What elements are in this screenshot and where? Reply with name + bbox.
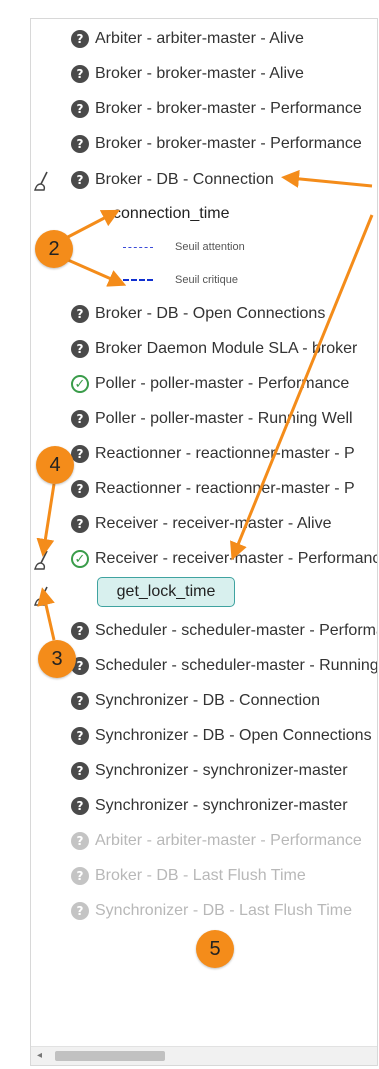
status-unknown-icon: ? <box>71 867 89 885</box>
row-label: Broker - broker-master - Performance <box>95 100 362 117</box>
row-label: Broker - broker-master - Alive <box>95 65 304 82</box>
tree-row[interactable]: ? Receiver - receiver-master - Alive <box>31 507 332 541</box>
dash-critique-line <box>123 279 153 281</box>
status-unknown-icon: ? <box>71 727 89 745</box>
metric-connection-time[interactable]: connection_time <box>113 205 230 223</box>
scroll-left-arrow-icon[interactable]: ◂ <box>37 1050 42 1061</box>
status-ok-icon: ✓ <box>71 375 89 393</box>
tree-row[interactable]: ? Broker - broker-master - Performance <box>31 127 362 161</box>
status-unknown-icon: ? <box>71 171 89 189</box>
tree-row[interactable]: ? Broker - broker-master - Alive <box>31 57 304 91</box>
tree-row[interactable]: ? Scheduler - scheduler-master - Running <box>31 649 378 683</box>
row-label: Synchronizer - DB - Open Connections <box>95 727 372 744</box>
status-unknown-icon: ? <box>71 762 89 780</box>
row-label: Broker Daemon Module SLA - broker <box>95 340 358 357</box>
tree-row[interactable]: ✓ Poller - poller-master - Performance <box>31 367 349 401</box>
row-label: Broker - DB - Connection <box>95 171 274 188</box>
status-unknown-icon: ? <box>71 305 89 323</box>
tree-row[interactable]: ? Arbiter - arbiter-master - Alive <box>31 22 304 56</box>
tree-row[interactable]: ? Broker - broker-master - Performance <box>31 92 362 126</box>
legend-attention-label: Seuil attention <box>175 241 245 253</box>
annotation-badge-3: 3 <box>38 640 76 678</box>
annotation-badge-4: 4 <box>36 446 74 484</box>
tree-row-disabled[interactable]: ? Synchronizer - DB - Last Flush Time <box>31 894 352 928</box>
status-unknown-icon: ? <box>71 902 89 920</box>
status-unknown-icon: ? <box>71 832 89 850</box>
row-label: Broker - DB - Last Flush Time <box>95 867 306 884</box>
scrollbar-thumb[interactable] <box>55 1051 165 1061</box>
tree-row[interactable]: ? Synchronizer - synchronizer-master <box>31 754 348 788</box>
annotation-badge-2: 2 <box>35 230 73 268</box>
row-label: Receiver - receiver-master - Performance <box>95 550 378 567</box>
row-label: Synchronizer - synchronizer-master <box>95 797 348 814</box>
status-ok-icon: ✓ <box>71 550 89 568</box>
row-label: Synchronizer - DB - Last Flush Time <box>95 902 352 919</box>
status-unknown-icon: ? <box>71 797 89 815</box>
tree-row[interactable]: ? Reactionner - reactionner-master - P <box>31 437 355 471</box>
status-unknown-icon: ? <box>71 30 89 48</box>
row-label: Poller - poller-master - Running Well <box>95 410 353 427</box>
row-label: Synchronizer - synchronizer-master <box>95 762 348 779</box>
dash-attention-line <box>123 246 153 248</box>
legend-attention: Seuil attention <box>123 241 245 253</box>
status-unknown-icon: ? <box>71 340 89 358</box>
tree-row[interactable]: ? Reactionner - reactionner-master - P <box>31 472 355 506</box>
row-label: Poller - poller-master - Performance <box>95 375 350 392</box>
tree-row[interactable]: ? Scheduler - scheduler-master - Perform… <box>31 614 377 648</box>
annotation-badge-5: 5 <box>196 930 234 968</box>
tree-row[interactable]: ? Poller - poller-master - Running Well <box>31 402 353 436</box>
tree-row[interactable]: ? Broker Daemon Module SLA - broker <box>31 332 357 366</box>
tree-row[interactable]: ? Synchronizer - synchronizer-master <box>31 789 348 823</box>
brush-icon[interactable] <box>33 549 55 571</box>
tree-panel: ? Arbiter - arbiter-master - Alive ? Bro… <box>30 18 378 1066</box>
row-label: Broker - DB - Open Connections <box>95 305 326 322</box>
row-label: Reactionner - reactionner-master - P <box>95 480 355 497</box>
row-label: Scheduler - scheduler-master - Running <box>95 657 378 674</box>
row-label: Receiver - receiver-master - Alive <box>95 515 332 532</box>
tree-row-expanded[interactable]: ✓ Receiver - receiver-master - Performan… <box>31 542 378 576</box>
legend-critique: Seuil critique <box>123 274 238 286</box>
tree-row[interactable]: ? Synchronizer - DB - Connection <box>31 684 320 718</box>
row-label: Broker - broker-master - Performance <box>95 135 362 152</box>
tree-row[interactable]: ? Broker - DB - Open Connections <box>31 297 325 331</box>
tree-row-expanded[interactable]: ? Broker - DB - Connection <box>31 163 274 197</box>
row-label: Arbiter - arbiter-master - Performance <box>95 832 362 849</box>
brush-icon[interactable] <box>33 585 55 607</box>
tree-row-disabled[interactable]: ? Broker - DB - Last Flush Time <box>31 859 306 893</box>
status-unknown-icon: ? <box>71 445 89 463</box>
tree-row[interactable]: ? Synchronizer - DB - Open Connections <box>31 719 372 753</box>
row-label: Arbiter - arbiter-master - Alive <box>95 30 304 47</box>
brush-icon[interactable] <box>33 170 55 192</box>
status-unknown-icon: ? <box>71 65 89 83</box>
status-unknown-icon: ? <box>71 100 89 118</box>
status-unknown-icon: ? <box>71 515 89 533</box>
status-unknown-icon: ? <box>71 410 89 428</box>
row-label: Scheduler - scheduler-master - Performan… <box>95 622 377 639</box>
status-unknown-icon: ? <box>71 480 89 498</box>
tree-row-disabled[interactable]: ? Arbiter - arbiter-master - Performance <box>31 824 362 858</box>
status-unknown-icon: ? <box>71 622 89 640</box>
horizontal-scrollbar[interactable]: ◂ <box>31 1046 377 1065</box>
selected-metric-chip[interactable]: get_lock_time <box>97 577 235 607</box>
status-unknown-icon: ? <box>71 692 89 710</box>
status-unknown-icon: ? <box>71 135 89 153</box>
row-label: Reactionner - reactionner-master - P <box>95 445 355 462</box>
legend-critique-label: Seuil critique <box>175 274 238 286</box>
row-label: Synchronizer - DB - Connection <box>95 692 320 709</box>
